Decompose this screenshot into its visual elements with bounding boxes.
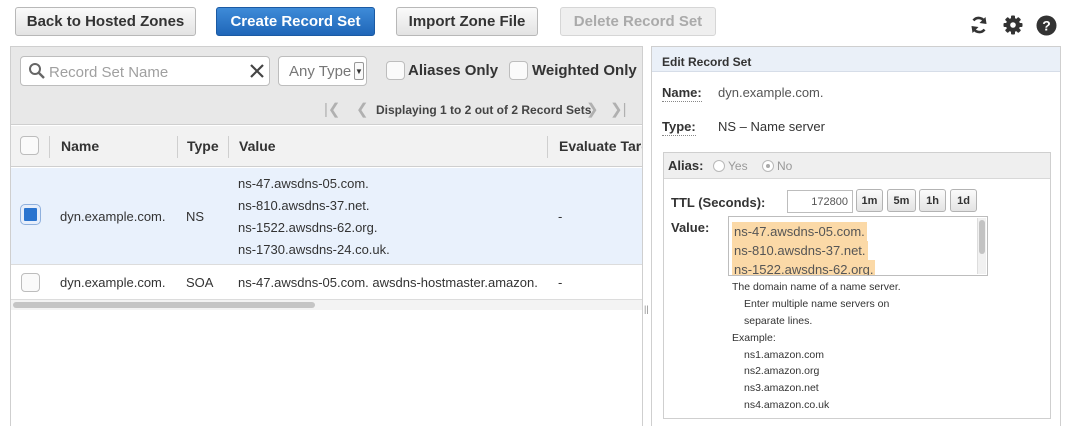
filter-bar: Any Type ▼ Aliases Only Weighted Only |❮… — [11, 47, 642, 125]
type-label: Type: — [662, 119, 696, 136]
weighted-only-label: Weighted Only — [532, 62, 637, 79]
last-page-icon[interactable]: ❯| — [610, 100, 626, 118]
aliases-only-checkbox[interactable] — [386, 61, 405, 80]
panel-splitter[interactable]: || — [643, 46, 651, 426]
ttl-1d-button[interactable]: 1d — [950, 189, 977, 212]
gear-icon[interactable] — [1002, 14, 1024, 36]
column-header-value[interactable]: Value — [239, 138, 276, 154]
row-name: dyn.example.com. — [60, 209, 166, 224]
example-line: ns1.amazon.com — [744, 349, 824, 361]
table-row[interactable]: dyn.example.com. NS ns-47.awsdns-05.com.… — [11, 168, 642, 265]
alias-bar: Alias: Yes No — [664, 153, 1050, 179]
previous-page-icon[interactable]: ❮ — [356, 100, 369, 118]
value-scrollbar[interactable] — [977, 218, 986, 274]
alias-no-radio[interactable] — [762, 160, 774, 172]
name-value: dyn.example.com. — [718, 85, 824, 100]
value-line: ns-47.awsdns-05.com. — [732, 222, 867, 241]
row-value-line: ns-1522.awsdns-62.org. — [238, 220, 378, 235]
delete-record-set-button[interactable]: Delete Record Set — [560, 7, 716, 36]
row-value-line: ns-47.awsdns-05.com. — [238, 176, 369, 191]
example-line: ns3.amazon.net — [744, 382, 819, 394]
back-to-hosted-zones-button[interactable]: Back to Hosted Zones — [15, 7, 196, 36]
row-name: dyn.example.com. — [60, 275, 166, 290]
value-line: ns-810.awsdns-37.net. — [732, 241, 868, 260]
horizontal-scrollbar[interactable] — [11, 300, 642, 310]
column-header-type[interactable]: Type — [187, 138, 219, 154]
clear-search-icon[interactable] — [249, 63, 265, 79]
type-value: NS – Name server — [718, 119, 825, 134]
column-header-evaluate-target[interactable]: Evaluate Targ — [559, 138, 642, 154]
scrollbar-thumb[interactable] — [13, 302, 315, 308]
ttl-1m-button[interactable]: 1m — [856, 189, 883, 212]
example-line: ns4.amazon.co.uk — [744, 399, 830, 411]
panel-title: Edit Record Set — [652, 47, 1060, 72]
record-type-select[interactable]: Any Type ▼ — [278, 56, 367, 86]
scrollbar-thumb[interactable] — [979, 220, 985, 254]
pager-status: Displaying 1 to 2 out of 2 Record Sets — [376, 103, 592, 117]
grid-header: Name Type Value Evaluate Targ — [11, 126, 642, 167]
column-header-name[interactable]: Name — [61, 138, 99, 154]
edit-record-set-panel: Edit Record Set Name: dyn.example.com. T… — [651, 46, 1061, 426]
record-set-list-panel: Any Type ▼ Aliases Only Weighted Only |❮… — [10, 46, 643, 426]
alias-label: Alias: — [668, 158, 704, 173]
row-type: NS — [186, 209, 205, 224]
import-zone-file-button[interactable]: Import Zone File — [396, 7, 538, 36]
name-label: Name: — [662, 85, 702, 102]
help-text: Enter multiple name servers on — [744, 298, 890, 310]
first-page-icon[interactable]: |❮ — [324, 100, 340, 118]
row-value-line: ns-810.awsdns-37.net. — [238, 198, 370, 213]
search-box[interactable] — [20, 56, 270, 86]
help-text: separate lines. — [744, 315, 813, 327]
search-icon — [29, 63, 45, 79]
select-all-checkbox[interactable] — [20, 136, 39, 155]
ttl-5m-button[interactable]: 5m — [887, 189, 916, 212]
alias-no-label: No — [777, 159, 793, 173]
value-textarea[interactable]: ns-47.awsdns-05.com. ns-810.awsdns-37.ne… — [728, 216, 988, 276]
alias-yes-radio[interactable] — [713, 160, 725, 172]
alias-yes-label: Yes — [728, 159, 748, 173]
record-type-value: Any Type — [289, 63, 352, 80]
aliases-only-label: Aliases Only — [408, 62, 499, 79]
weighted-only-checkbox[interactable] — [509, 61, 528, 80]
row-evaluate-target: - — [558, 209, 563, 224]
row-evaluate-target: - — [558, 275, 563, 290]
row-type: SOA — [186, 275, 214, 290]
svg-text:?: ? — [1042, 17, 1051, 33]
ttl-input[interactable]: 172800 — [787, 190, 853, 213]
search-input[interactable] — [47, 61, 242, 83]
row-value-line: ns-1730.awsdns-24.co.uk. — [238, 242, 390, 257]
row-checkbox[interactable] — [21, 273, 40, 292]
example-line: ns2.amazon.org — [744, 365, 820, 377]
next-page-icon[interactable]: ❯ — [586, 100, 599, 118]
help-icon[interactable]: ? — [1035, 14, 1057, 36]
help-text: The domain name of a name server. — [732, 281, 901, 293]
ttl-1h-button[interactable]: 1h — [919, 189, 946, 212]
alias-section: Alias: Yes No TTL (Seconds): 172800 1m 5… — [663, 152, 1051, 419]
row-checkbox[interactable] — [20, 204, 41, 225]
example-label: Example: — [732, 332, 776, 344]
value-label: Value: — [671, 220, 710, 235]
row-value-line: ns-47.awsdns-05.com. awsdns-hostmaster.a… — [238, 275, 538, 290]
splitter-grip-icon: || — [644, 304, 649, 314]
chevron-down-icon: ▼ — [354, 62, 364, 80]
create-record-set-button[interactable]: Create Record Set — [216, 7, 375, 36]
table-row[interactable]: dyn.example.com. SOA ns-47.awsdns-05.com… — [11, 265, 642, 300]
refresh-icon[interactable] — [968, 14, 990, 36]
value-line: ns-1522.awsdns-62.org. — [732, 260, 876, 275]
toolbar: Back to Hosted Zones Create Record Set I… — [0, 0, 1071, 44]
ttl-label: TTL (Seconds): — [671, 195, 766, 210]
